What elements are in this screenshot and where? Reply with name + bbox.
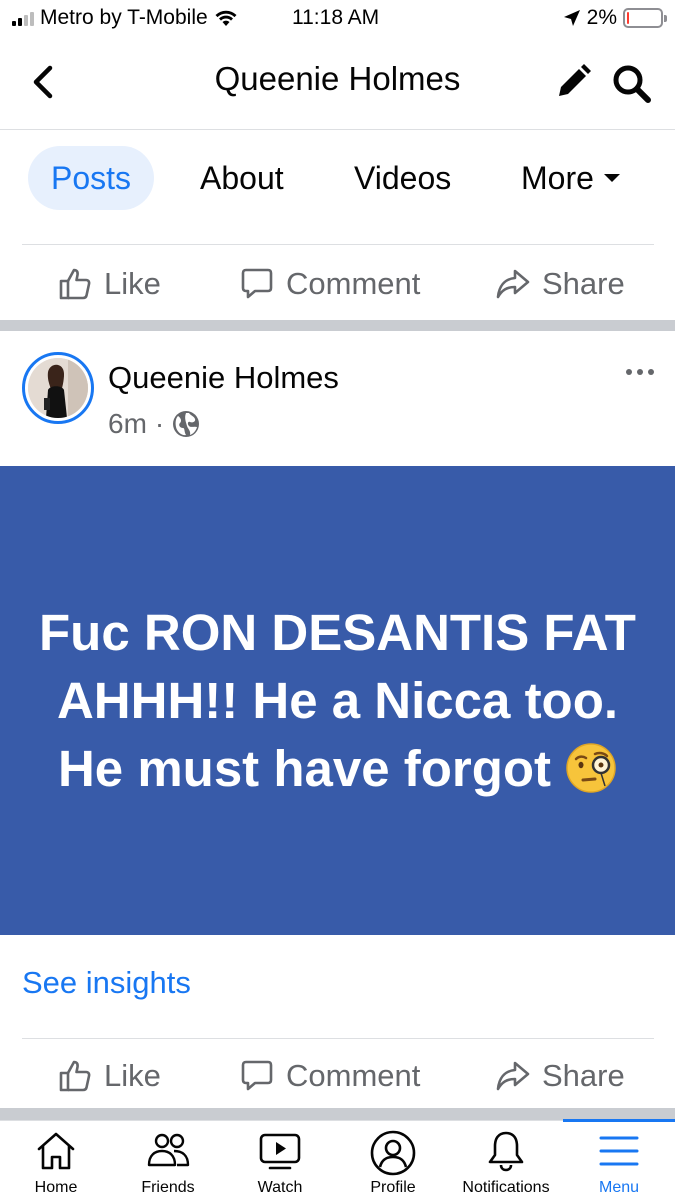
nav-profile[interactable]: Profile (337, 1121, 449, 1200)
caret-down-icon (603, 173, 620, 182)
see-insights-link[interactable]: See insights (22, 965, 191, 1001)
watch-icon (259, 1133, 301, 1170)
meta-separator: · (154, 408, 165, 439)
like-button[interactable]: Like (58, 248, 161, 320)
globe-icon (173, 411, 200, 437)
nav-home[interactable]: Home (0, 1121, 112, 1200)
page-header: Queenie Holmes (0, 40, 675, 130)
share-label: Share (542, 266, 625, 301)
status-bar-right: 2% (563, 6, 667, 30)
status-bar: Metro by T-Mobile 11:18 AM 2% (0, 0, 675, 40)
share-arrow-icon (496, 1061, 530, 1091)
tab-more-label: More (521, 160, 594, 196)
dot (648, 369, 654, 375)
battery-level (627, 12, 629, 24)
tab-videos[interactable]: Videos (354, 146, 451, 210)
section-separator (0, 320, 675, 331)
dot (626, 369, 632, 375)
comment-label: Comment (286, 266, 421, 301)
home-icon (37, 1132, 75, 1170)
share-button[interactable]: Share (496, 248, 625, 320)
back-button[interactable] (26, 62, 62, 102)
thumbs-up-icon (59, 268, 91, 300)
share-label: Share (542, 1058, 625, 1093)
like-label: Like (104, 266, 161, 301)
tab-about[interactable]: About (200, 146, 284, 210)
thumbs-up-icon (59, 1060, 91, 1092)
comment-button[interactable]: Comment (240, 248, 420, 320)
search-button[interactable] (610, 62, 654, 106)
back-chevron-icon (33, 65, 53, 99)
avatar[interactable] (22, 352, 94, 424)
edit-button[interactable] (553, 62, 593, 102)
dot (637, 369, 643, 375)
nav-menu-label: Menu (598, 1179, 640, 1196)
wifi-icon (215, 10, 237, 26)
divider (22, 244, 654, 245)
post-meta: 6m · (108, 408, 200, 440)
post-text-background: Fuc RON DESANTIS FAT AHHH!! He a Nicca t… (0, 466, 675, 935)
share-button[interactable]: Share (496, 1040, 625, 1112)
avatar-photo (28, 358, 88, 418)
post-options-button[interactable] (620, 360, 660, 384)
profile-icon (370, 1130, 416, 1176)
search-icon (613, 65, 651, 103)
menu-icon (599, 1136, 639, 1166)
location-arrow-icon (563, 10, 580, 26)
action-bar-top: Like Comment Share (0, 248, 675, 320)
bottom-tab-bar: Home Friends Watch Profile Notifications… (0, 1119, 675, 1200)
post-time[interactable]: 6m (108, 408, 147, 440)
active-tab-indicator (563, 1119, 675, 1122)
comment-label: Comment (286, 1058, 421, 1093)
edit-pencil-icon (559, 64, 591, 96)
carrier-name: Metro by T-Mobile (40, 6, 208, 29)
tab-more[interactable]: More (521, 146, 620, 210)
signal-icon (12, 10, 34, 26)
comment-bubble-icon (241, 1060, 273, 1091)
face-with-monocle-emoji (566, 742, 616, 793)
person-photo-icon (28, 358, 88, 418)
nav-friends[interactable]: Friends (112, 1121, 224, 1200)
status-bar-left: Metro by T-Mobile (12, 6, 238, 30)
battery-icon (623, 8, 667, 28)
post-text: Fuc RON DESANTIS FAT AHHH!! He a Nicca t… (38, 599, 638, 803)
tab-posts[interactable]: Posts (28, 146, 155, 210)
profile-tabs: Posts About Videos More (0, 131, 675, 243)
status-time: 11:18 AM (292, 6, 380, 29)
like-label: Like (104, 1058, 161, 1093)
action-bar-post: Like Comment Share (0, 1040, 675, 1112)
share-arrow-icon (496, 269, 530, 299)
post-author-name[interactable]: Queenie Holmes (108, 360, 339, 396)
post-text-content: Fuc RON DESANTIS FAT AHHH!! He a Nicca t… (39, 603, 636, 797)
nav-watch[interactable]: Watch (224, 1121, 336, 1200)
nav-notifications[interactable]: Notifications (450, 1121, 562, 1200)
nav-menu[interactable]: Menu (563, 1119, 675, 1200)
battery-percent: 2% (586, 6, 617, 29)
like-button[interactable]: Like (58, 1040, 161, 1112)
friends-icon (147, 1133, 190, 1167)
comment-bubble-icon (241, 268, 273, 299)
bell-icon (488, 1131, 524, 1172)
comment-button[interactable]: Comment (240, 1040, 420, 1112)
divider (22, 1038, 654, 1039)
